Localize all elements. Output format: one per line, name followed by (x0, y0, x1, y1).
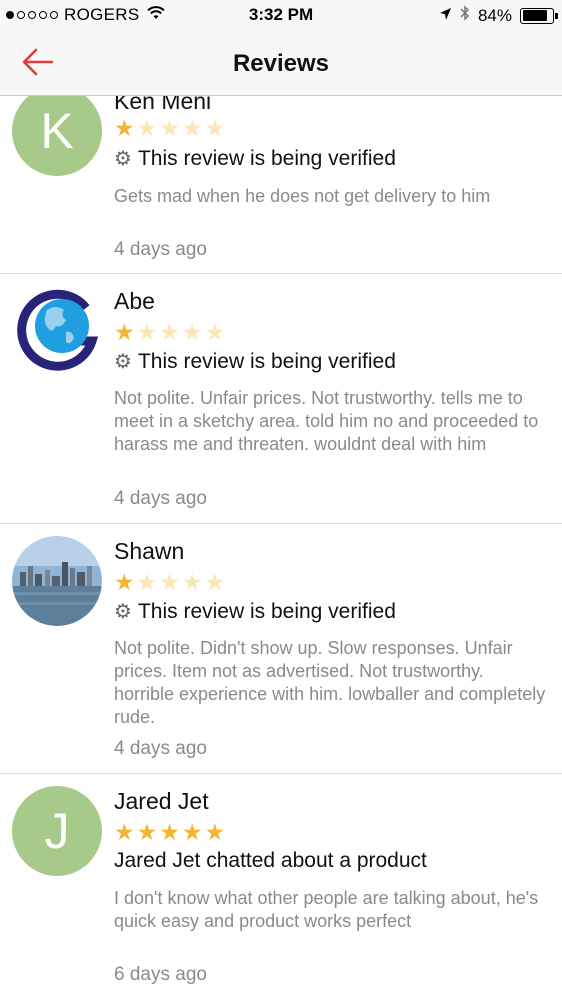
review-time: 4 days ago (114, 738, 207, 759)
star-empty-icon: ★ (204, 569, 226, 595)
star-filled-icon: ★ (159, 819, 180, 845)
star-filled-icon: ★ (114, 319, 135, 345)
review-status-text: This review is being verified (137, 349, 396, 373)
review-text: Not polite. Didn't show up. Slow respons… (114, 638, 546, 727)
gear-icon: ⚙ (114, 351, 132, 373)
review-text: Gets mad when he does not get delivery t… (114, 186, 491, 206)
star-empty-icon: ★ (136, 319, 158, 345)
review-item[interactable]: J Jared Jet ★ ★ ★ ★ ★ Jared Jet chatted abou… (0, 774, 562, 1000)
star-empty-icon: ★ (136, 115, 158, 141)
review-status: ⚙ This review is being verified (114, 349, 396, 374)
star-filled-icon: ★ (204, 819, 226, 845)
review-status: ⚙ This review is being verified (114, 146, 396, 171)
review-item[interactable]: Shawn ★ ★ ★ ★ ★ ⚙ This review is being verif… (0, 524, 562, 774)
review-status-text: Jared Jet chatted about a product (114, 849, 427, 872)
status-right: 84% (439, 5, 558, 26)
review-status-text: This review is being verified (137, 146, 396, 170)
bluetooth-icon (460, 5, 470, 26)
gear-icon: ⚙ (114, 148, 132, 170)
review-time: 4 days ago (114, 488, 207, 509)
status-bar: ROGERS 3:32 PM 84% (0, 0, 562, 30)
star-rating: ★ ★ ★ ★ ★ (114, 820, 225, 844)
star-filled-icon: ★ (114, 569, 135, 595)
review-item[interactable]: K Ken Meni ★ ★ ★ ★ ★ ⚙ This review is being … (0, 96, 562, 274)
star-filled-icon: ★ (181, 819, 203, 845)
avatar[interactable] (12, 286, 102, 376)
reviews-list[interactable]: K Ken Meni ★ ★ ★ ★ ★ ⚙ This review is being … (0, 96, 562, 1000)
city-skyline-photo (12, 536, 102, 626)
avatar-letter: J (44, 803, 70, 859)
review-time: 6 days ago (114, 964, 207, 985)
avatar[interactable]: J (12, 786, 102, 876)
review-status: Jared Jet chatted about a product (114, 849, 427, 873)
star-empty-icon: ★ (181, 569, 203, 595)
avatar[interactable] (12, 536, 102, 626)
reviewer-name[interactable]: Abe (114, 288, 155, 315)
review-status: ⚙ This review is being verified (114, 599, 396, 624)
review-text: Not polite. Unfair prices. Not trustwort… (114, 388, 539, 454)
globe-logo-icon (12, 286, 102, 376)
star-empty-icon: ★ (181, 115, 203, 141)
location-arrow-icon (439, 6, 452, 26)
avatar-letter: K (40, 103, 74, 159)
review-text: I don't know what other people are talki… (114, 888, 539, 931)
battery-percent: 84% (477, 5, 512, 25)
star-rating: ★ ★ ★ ★ ★ (114, 320, 225, 344)
review-item[interactable]: Abe ★ ★ ★ ★ ★ ⚙ This review is being verifie… (0, 274, 562, 524)
reviewer-name[interactable]: Shawn (114, 538, 184, 565)
star-empty-icon: ★ (181, 319, 203, 345)
reviewer-name[interactable]: Jared Jet (114, 788, 209, 815)
review-time: 4 days ago (114, 239, 207, 260)
star-rating: ★ ★ ★ ★ ★ (114, 570, 225, 594)
star-empty-icon: ★ (204, 115, 226, 141)
star-empty-icon: ★ (204, 319, 226, 345)
star-empty-icon: ★ (159, 569, 180, 595)
review-status-text: This review is being verified (137, 599, 396, 623)
star-empty-icon: ★ (159, 319, 180, 345)
star-empty-icon: ★ (136, 569, 158, 595)
star-rating: ★ ★ ★ ★ ★ (114, 116, 225, 140)
star-filled-icon: ★ (114, 115, 135, 141)
page-title: Reviews (232, 50, 330, 77)
battery-icon (520, 7, 558, 24)
reviewer-name[interactable]: Ken Meni (114, 96, 211, 115)
gear-icon: ⚙ (114, 601, 132, 623)
nav-bar: Reviews (0, 30, 562, 96)
star-filled-icon: ★ (114, 819, 135, 845)
star-empty-icon: ★ (159, 115, 180, 141)
avatar[interactable]: K (12, 96, 102, 176)
star-filled-icon: ★ (136, 819, 158, 845)
